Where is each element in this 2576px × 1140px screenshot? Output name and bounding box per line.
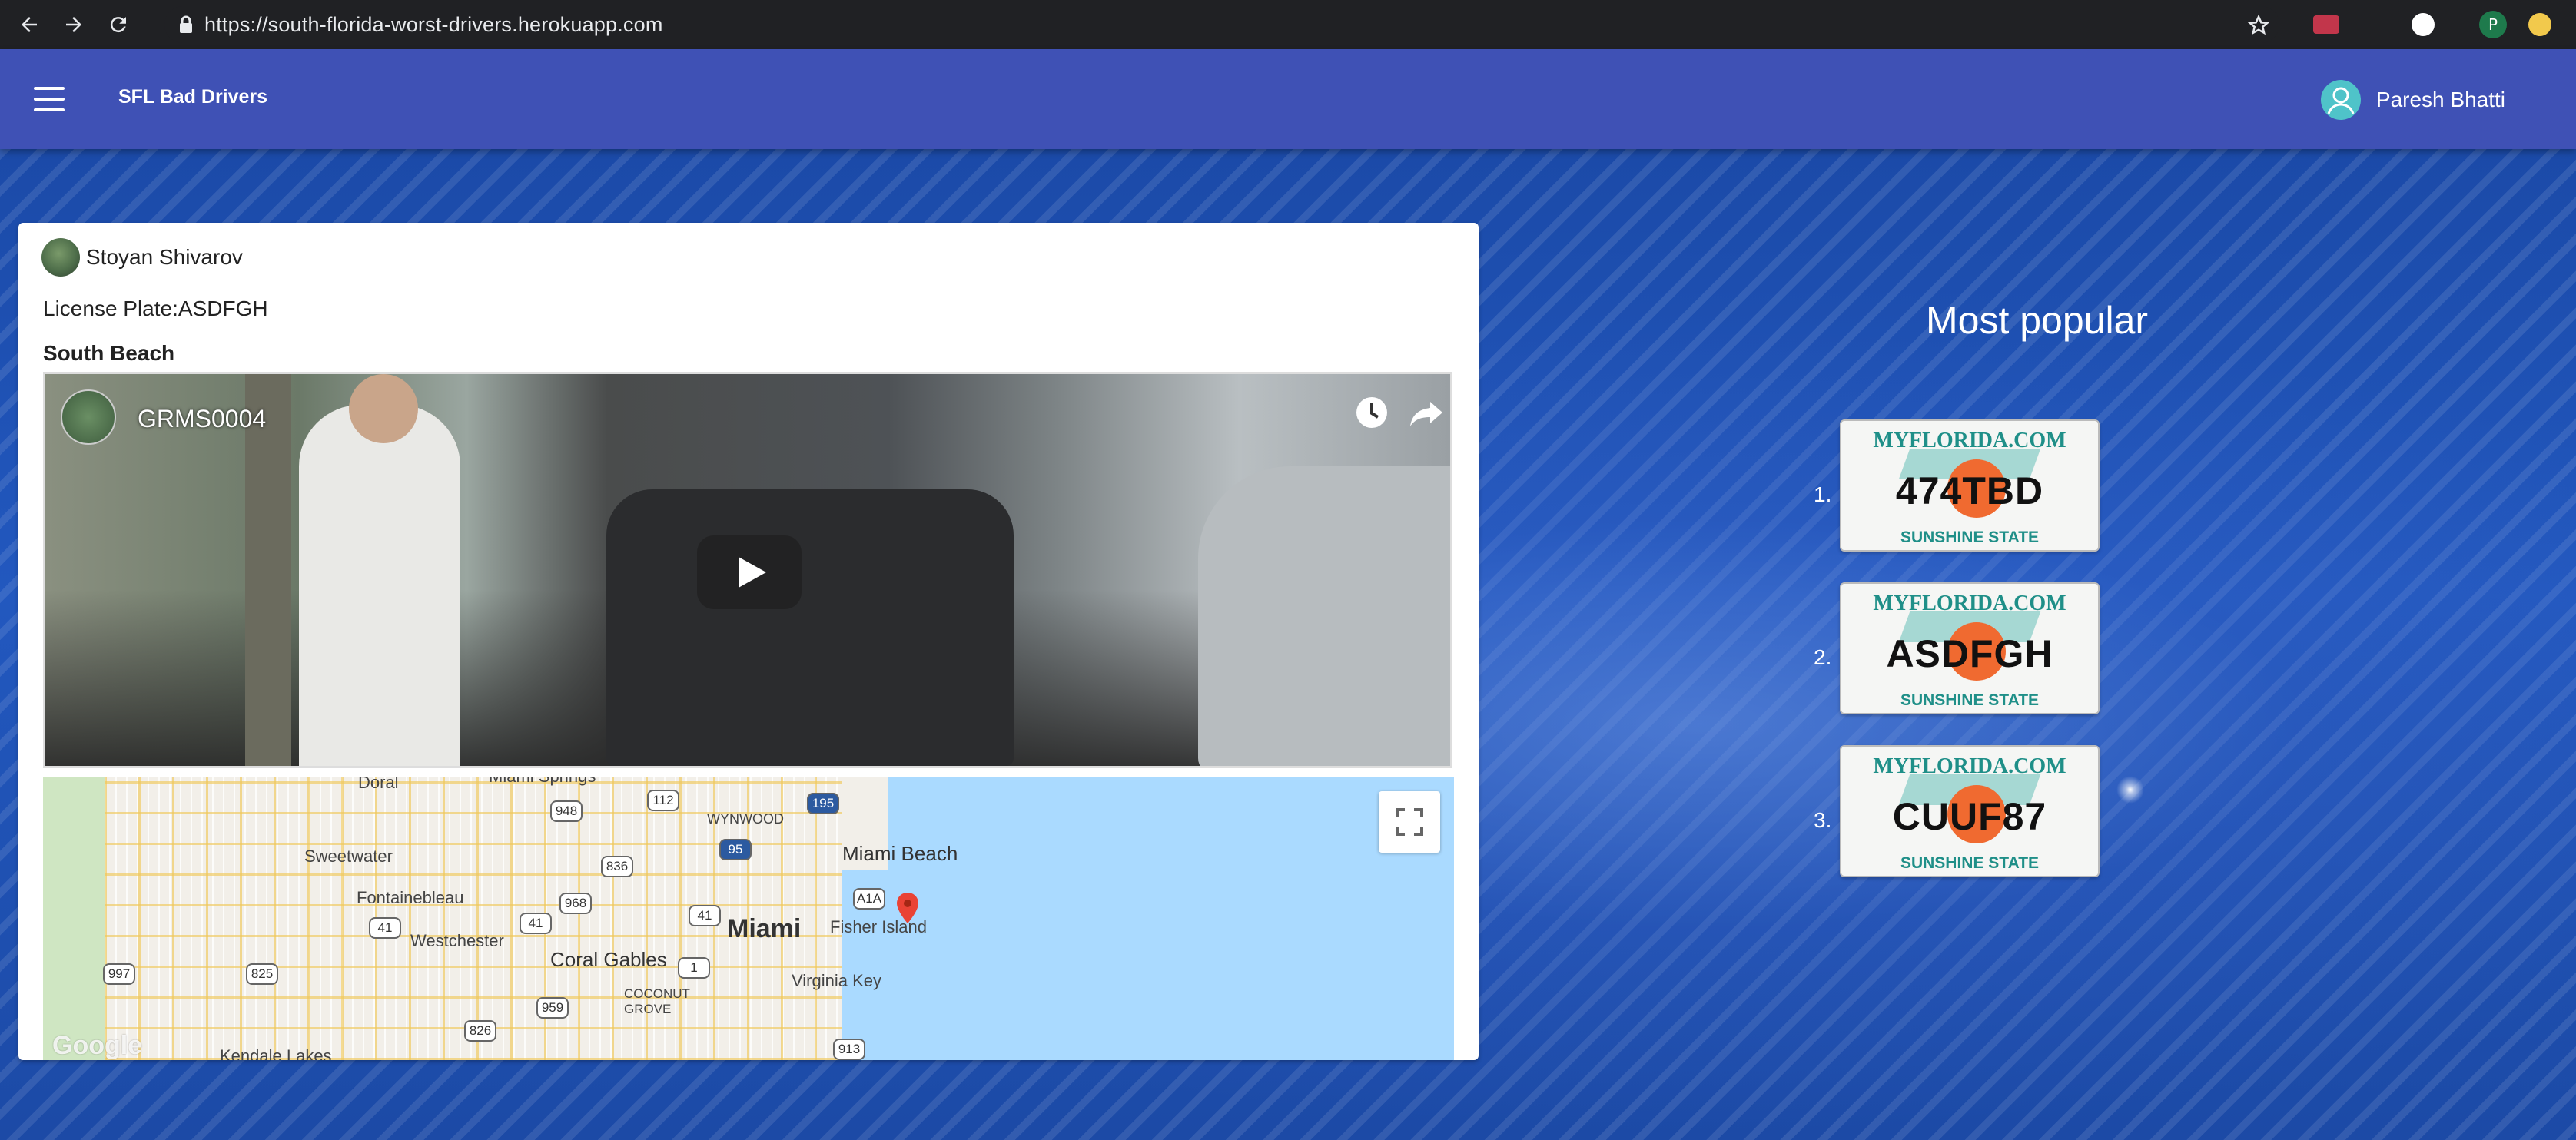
location-text: South Beach [43, 341, 175, 365]
fullscreen-icon [1396, 808, 1423, 836]
reload-button[interactable] [103, 9, 134, 40]
road-shield: 41 [689, 905, 721, 926]
road-shield: 826 [464, 1020, 496, 1042]
map-water [888, 777, 1454, 1060]
author-name: Stoyan Shivarov [86, 245, 243, 269]
road-shield: 195 [807, 793, 839, 814]
video-person-head [349, 374, 418, 443]
road-shield: 95 [719, 839, 752, 860]
post-card: Stoyan Shivarov License Plate:ASDFGH Sou… [18, 223, 1479, 1060]
plate-top-text: MYFLORIDA.COM [1873, 754, 2066, 778]
road-shield: 968 [559, 893, 592, 914]
map-label: Miami [727, 914, 802, 943]
map-label: Coral Gables [550, 948, 667, 971]
user-avatar-icon [2320, 80, 2361, 120]
road-shield: 836 [601, 856, 633, 877]
popular-rank: 3. [1814, 808, 1832, 832]
road-shield: 997 [103, 963, 135, 985]
license-plate-text: License Plate:ASDFGH [43, 297, 268, 320]
road-shield: 41 [369, 917, 401, 939]
map-fullscreen-button[interactable] [1379, 791, 1440, 853]
plate-top-text: MYFLORIDA.COM [1873, 429, 2066, 452]
road-shield: 112 [647, 790, 679, 811]
road-shield: 825 [246, 963, 278, 985]
road-shield: A1A [853, 888, 885, 910]
plate-number: ASDFGH [1886, 632, 2053, 675]
reload-icon [110, 17, 126, 33]
plate-top-text: MYFLORIDA.COM [1873, 592, 2066, 615]
map-label: Fontainebleau [357, 888, 464, 907]
road-shield: 913 [833, 1039, 865, 1060]
background-sparkle [2116, 776, 2144, 804]
star-icon[interactable] [2247, 14, 2270, 37]
road-shield: 41 [520, 913, 552, 934]
map-label: Westchester [410, 931, 504, 950]
browser-toolbar: https://south-florida-worst-drivers.hero… [0, 0, 2576, 49]
video-title[interactable]: GRMS0004 [138, 405, 266, 433]
map-pin-icon[interactable] [896, 893, 919, 923]
road-shield: 948 [550, 800, 583, 822]
popular-rank: 2. [1814, 645, 1832, 669]
popular-item[interactable]: 3. MYFLORIDA.COM CUUF87 SUNSHINE STATE [1814, 745, 2106, 877]
map-label: Miami Beach [842, 842, 958, 865]
watch-later-icon[interactable] [1352, 393, 1392, 432]
user-menu[interactable]: Paresh Bhatti [2320, 80, 2505, 120]
play-button[interactable] [697, 535, 802, 609]
brand-title[interactable]: SFL Bad Drivers [118, 86, 267, 108]
license-plate-card[interactable]: MYFLORIDA.COM CUUF87 SUNSHINE STATE [1840, 745, 2100, 877]
lock-icon [180, 15, 192, 33]
most-popular-heading: Most popular [1926, 299, 2149, 342]
map-park-area [43, 777, 105, 1060]
map-label: Doral [358, 777, 399, 792]
video-person [299, 405, 460, 766]
extension-globe-icon[interactable] [2412, 13, 2435, 36]
license-plate-card[interactable]: MYFLORIDA.COM 474TBD SUNSHINE STATE [1840, 419, 2100, 552]
video-car-right [1198, 466, 1450, 766]
map-label: WYNWOOD [707, 811, 784, 827]
popular-rank: 1. [1814, 482, 1832, 506]
video-player[interactable]: GRMS0004 [43, 372, 1452, 768]
menu-icon[interactable] [34, 87, 65, 111]
video-car [606, 489, 1014, 766]
plate-number: 474TBD [1895, 469, 2044, 512]
license-plate-card[interactable]: MYFLORIDA.COM ASDFGH SUNSHINE STATE [1840, 582, 2100, 714]
back-button[interactable] [14, 9, 45, 40]
map-label: Miami Springs [489, 777, 596, 787]
map-label: Virginia Key [792, 971, 881, 990]
forward-button[interactable] [58, 9, 89, 40]
plate-number: CUUF87 [1892, 795, 2047, 838]
extension-record-icon[interactable] [2313, 15, 2339, 34]
plate-bottom-text: SUNSHINE STATE [1900, 529, 2040, 546]
plate-bottom-text: SUNSHINE STATE [1900, 854, 2040, 872]
plate-bottom-text: SUNSHINE STATE [1900, 691, 2040, 709]
map-label: COCONUT GROVE [624, 986, 690, 1016]
address-bar[interactable]: https://south-florida-worst-drivers.hero… [164, 6, 2279, 43]
map-label: Sweetwater [304, 847, 393, 866]
author-avatar [41, 238, 80, 277]
share-icon[interactable] [1407, 393, 1447, 432]
post-author[interactable]: Stoyan Shivarov [41, 238, 243, 277]
profile-avatar[interactable]: P [2479, 11, 2507, 38]
url-text: https://south-florida-worst-drivers.hero… [204, 12, 663, 36]
location-map[interactable]: Doral Miami Springs WYNWOOD Miami Beach … [43, 777, 1454, 1060]
arrow-left-icon [22, 17, 37, 32]
app-bar: SFL Bad Drivers Paresh Bhatti [0, 49, 2576, 149]
popular-item[interactable]: 1. MYFLORIDA.COM 474TBD SUNSHINE STATE [1814, 419, 2106, 552]
road-shield: 1 [678, 957, 710, 979]
google-logo: Google [52, 1031, 143, 1060]
video-channel-avatar[interactable] [61, 389, 116, 445]
road-shield: 959 [536, 997, 569, 1019]
extension-smile-icon[interactable] [2528, 13, 2551, 36]
popular-item[interactable]: 2. MYFLORIDA.COM ASDFGH SUNSHINE STATE [1814, 582, 2106, 714]
map-label: Kendale Lakes [220, 1046, 332, 1060]
arrow-right-icon [66, 17, 81, 32]
profile-initial: P [2488, 15, 2498, 34]
user-name: Paresh Bhatti [2375, 88, 2505, 111]
